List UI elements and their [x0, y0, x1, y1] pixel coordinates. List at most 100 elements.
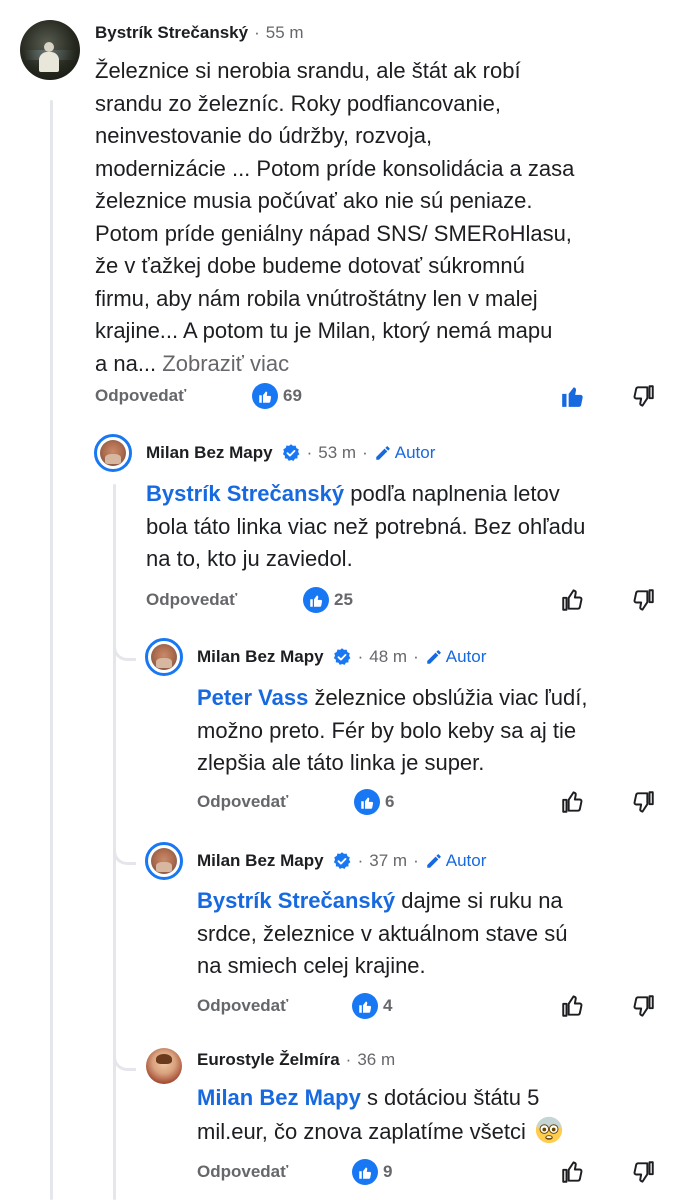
comment-header: Bystrík Strečanský · 55 m [95, 23, 304, 43]
like-icon [303, 587, 329, 613]
thumbs-up-icon [562, 1161, 583, 1183]
mention-link[interactable]: Peter Vass [197, 685, 308, 710]
verified-badge-icon [333, 648, 351, 665]
dislike-button[interactable] [628, 787, 658, 817]
thumbs-up-icon [562, 589, 583, 611]
text-line: bola táto linka viac než potrebná. Bez o… [146, 513, 586, 539]
thumbs-up-icon [562, 995, 583, 1017]
thumbs-up-icon [562, 791, 583, 813]
dislike-button[interactable] [628, 585, 658, 615]
text-line: srandu zo železníc. Roky podfiancovanie, [95, 90, 502, 116]
thread-line-main [50, 100, 53, 1200]
like-count-badge[interactable]: 6 [354, 789, 394, 815]
avatar[interactable] [145, 638, 183, 676]
text-line: Potom príde geniálny nápad SNS/ SMERoHla… [95, 220, 572, 246]
timestamp[interactable]: 55 m [266, 23, 304, 43]
comment-text: Peter Vass železnice obslúžia viac ľudí,… [197, 682, 587, 780]
text-line: zlepšia ale táto linka je super. [197, 750, 485, 775]
verified-badge-icon [333, 852, 351, 869]
avatar[interactable] [20, 20, 80, 80]
timestamp[interactable]: 53 m [318, 443, 356, 463]
text-line: srdce, železnice v aktuálnom stave sú [197, 920, 568, 946]
dislike-button[interactable] [628, 1157, 658, 1187]
text-line: na to, kto ju zaviedol. [146, 546, 353, 571]
like-button[interactable] [558, 585, 588, 615]
avatar[interactable] [145, 842, 183, 880]
author-badge: Autor [425, 851, 487, 871]
reply-button[interactable]: Odpovedať [197, 1162, 288, 1182]
pencil-icon [426, 854, 441, 868]
author-name[interactable]: Milan Bez Mapy [197, 647, 324, 667]
like-count: 25 [334, 590, 353, 609]
comment-actions: Odpovedať [197, 991, 288, 1021]
mention-link[interactable]: Bystrík Strečanský [146, 481, 344, 506]
dislike-button[interactable] [628, 991, 658, 1021]
comment-header: Milan Bez Mapy · 53 m · Autor [146, 443, 436, 463]
text-line: na smiech celej krajine. [197, 953, 426, 978]
like-icon [352, 993, 378, 1019]
pencil-icon [375, 446, 390, 460]
author-badge-label: Autor [445, 647, 487, 666]
thumbs-down-icon [633, 1161, 654, 1183]
comment-text: Bystrík Strečanský podľa naplnenia letov… [146, 478, 585, 576]
like-icon [354, 789, 380, 815]
like-icon [252, 383, 278, 409]
comment-text: Bystrík Strečanský dajme si ruku na srdc… [197, 885, 568, 983]
comment-actions: Odpovedať [197, 1157, 288, 1187]
avatar[interactable] [94, 434, 132, 472]
dislike-button[interactable] [628, 381, 658, 411]
thumbs-down-icon [633, 995, 654, 1017]
text-line-last: a na... Zobraziť viac [95, 350, 290, 376]
like-count-badge[interactable]: 25 [303, 587, 353, 613]
timestamp[interactable]: 37 m [369, 851, 407, 871]
comment-text: Železnice si nerobia srandu, ale štát ak… [95, 55, 574, 380]
author-name[interactable]: Eurostyle Želmíra [197, 1050, 340, 1070]
like-count-badge[interactable]: 9 [352, 1159, 392, 1185]
flushed-face-icon [535, 1116, 563, 1143]
reply-button[interactable]: Odpovedať [146, 590, 237, 610]
thumbs-down-icon [633, 385, 654, 407]
reply-button[interactable]: Odpovedať [95, 386, 186, 406]
thread-branch [113, 1040, 136, 1071]
like-button[interactable] [558, 991, 588, 1021]
reply-button[interactable]: Odpovedať [197, 792, 288, 812]
pencil-icon [426, 650, 441, 664]
avatar[interactable] [146, 1048, 182, 1084]
timestamp[interactable]: 48 m [369, 647, 407, 667]
like-count: 9 [383, 1162, 393, 1181]
text-line: že v ťažkej dobe budeme dotovať súkromnú [95, 253, 525, 278]
author-badge-label: Autor [445, 851, 487, 870]
like-button[interactable] [558, 381, 588, 411]
author-badge: Autor [374, 443, 435, 463]
mention-link[interactable]: Bystrík Strečanský [197, 888, 395, 913]
like-count-badge[interactable]: 4 [352, 993, 392, 1019]
author-name[interactable]: Milan Bez Mapy [146, 443, 273, 463]
thread-branch [113, 630, 136, 661]
timestamp[interactable]: 36 m [357, 1050, 395, 1070]
like-icon [352, 1159, 378, 1185]
comment-header: Eurostyle Želmíra · 36 m [197, 1050, 396, 1070]
mention-link[interactable]: Milan Bez Mapy [197, 1085, 361, 1110]
author-name[interactable]: Milan Bez Mapy [197, 851, 324, 871]
like-count: 4 [383, 996, 393, 1015]
like-button[interactable] [558, 787, 588, 817]
text-line: železnice musia počúvať ako nie sú penia… [95, 188, 533, 213]
verified-badge-icon [282, 444, 300, 461]
comment-actions: Odpovedať [197, 787, 288, 817]
like-count: 6 [385, 792, 395, 811]
see-more-link[interactable]: Zobraziť viac [162, 351, 289, 376]
text-line: Železnice si nerobia srandu, ale štát ak… [95, 58, 521, 83]
text-line: modernizácie ... Potom príde konsolidáci… [95, 155, 575, 181]
thumbs-down-icon [633, 791, 654, 813]
like-count-badge[interactable]: 69 [252, 383, 302, 409]
text-line: neinvestovanie do údržby, rozvoja, [95, 123, 433, 148]
like-button[interactable] [558, 1157, 588, 1187]
reply-button[interactable]: Odpovedať [197, 996, 288, 1016]
comment-header: Milan Bez Mapy · 48 m · Autor [197, 647, 487, 667]
comment-actions: Odpovedať [146, 585, 237, 615]
comment-header: Milan Bez Mapy · 37 m · Autor [197, 851, 487, 871]
thread-branch [113, 834, 136, 865]
author-name[interactable]: Bystrík Strečanský [95, 23, 248, 43]
text-line: firmu, aby nám robila vnútroštátny len v… [95, 285, 538, 311]
comment-actions: Odpovedať [95, 381, 186, 411]
